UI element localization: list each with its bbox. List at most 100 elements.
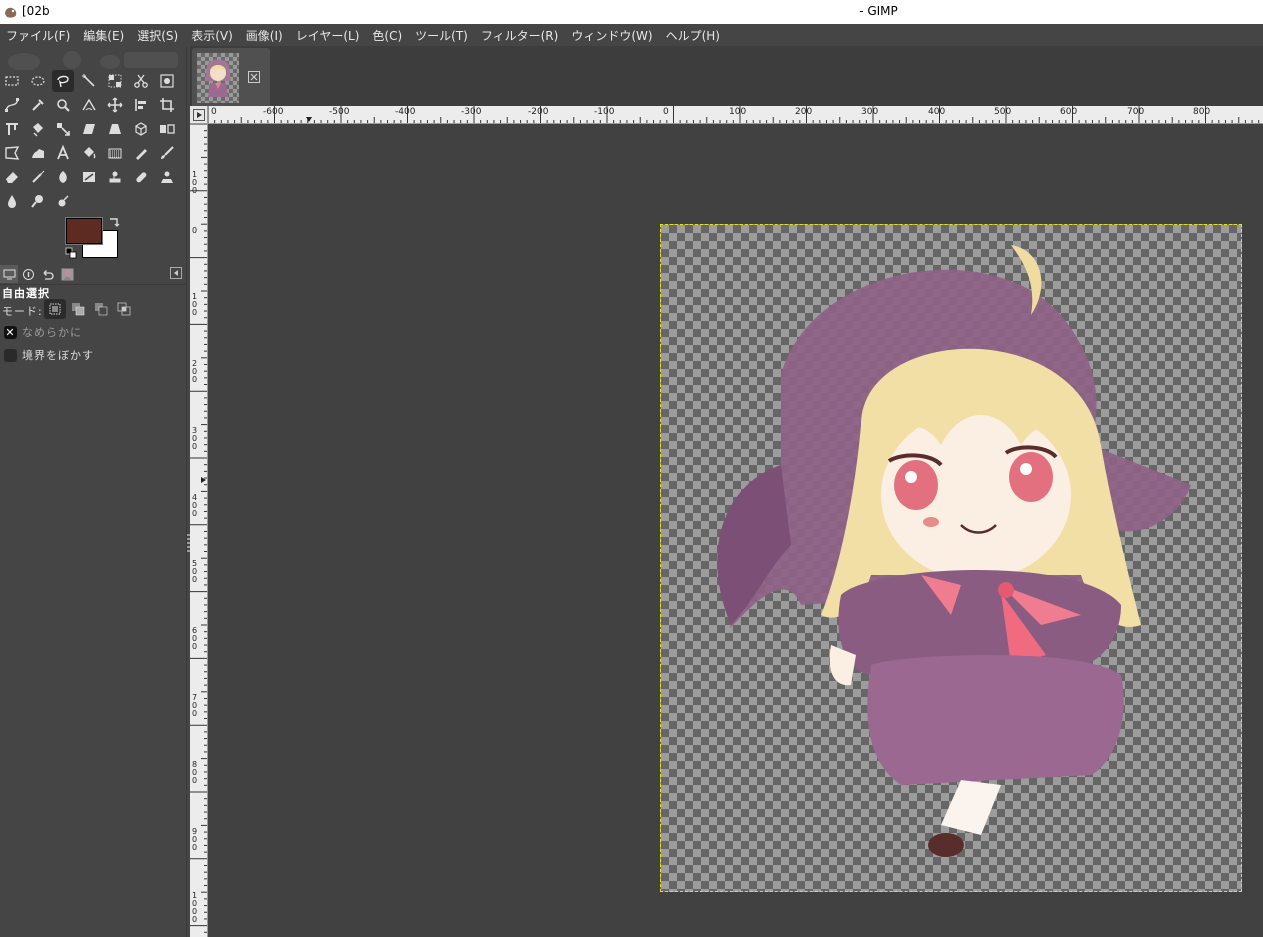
scale-tool[interactable] [52,118,74,140]
feather-option[interactable]: 境界をぼかす [4,347,94,363]
tab-device-status[interactable] [19,265,37,283]
warp-transform-tool[interactable] [27,142,49,164]
text-tool[interactable] [52,142,74,164]
undo-history-icon [43,269,54,280]
flip-icon [160,124,175,134]
rotate-tool[interactable] [27,118,49,140]
rect-select-tool[interactable] [1,70,23,92]
foreground-color-swatch[interactable] [66,218,102,244]
wilber-drop-zone-icon [8,51,178,70]
reset-colors-icon[interactable] [65,247,77,259]
lasso-icon [57,75,69,88]
menu-windows[interactable]: ウィンドウ(W) [571,27,652,44]
pencil-tool[interactable] [130,142,152,164]
paths-tool[interactable] [1,94,23,116]
free-select-tool[interactable] [52,70,74,92]
menu-tools[interactable]: ツール(T) [415,27,468,44]
vruler-label: 8 0 0 [191,760,198,785]
mypaint-brush-tool[interactable] [78,166,100,188]
shear-tool[interactable] [78,118,100,140]
mode-add-icon [72,303,85,316]
move-tool[interactable] [104,94,126,116]
clone-tool[interactable] [104,166,126,188]
image-tab-bar [190,46,1263,106]
horizontal-ruler[interactable]: 0 -600 -500 -400 -300 -200 -100 0 100 20… [208,106,1263,124]
eraser-tool[interactable] [1,166,23,188]
menu-image[interactable]: 画像(I) [246,27,283,44]
unified-transform-tool[interactable] [1,118,23,140]
triangle-right-icon [193,109,205,121]
vruler-label: 1 0 0 0 [191,891,198,924]
align-tool[interactable] [130,94,152,116]
mode-replace-button[interactable] [44,299,66,319]
hruler-label: -200 [528,107,549,117]
menu-colors[interactable]: 色(C) [372,27,402,44]
color-picker-tool[interactable] [27,94,49,116]
tab-images[interactable] [58,265,76,283]
menu-help[interactable]: ヘルプ(H) [666,27,720,44]
airbrush-icon [32,170,45,183]
antialias-checkbox[interactable]: ✕ [4,325,17,339]
eyedropper-icon [32,99,44,111]
image-tab[interactable] [192,48,270,106]
fuzzy-select-tool[interactable] [78,70,100,92]
measure-tool[interactable] [78,94,100,116]
perspective-tool[interactable] [104,118,126,140]
dodge-burn-tool[interactable] [52,190,74,212]
mode-add-button[interactable] [67,299,89,319]
tab-tool-options[interactable] [0,265,18,283]
dock-menu-icon[interactable] [170,267,182,279]
eraser-icon [6,172,18,183]
crop-tool[interactable] [156,94,178,116]
menu-file[interactable]: ファイル(F) [6,27,70,44]
mode-intersect-button[interactable] [113,299,135,319]
perspective-clone-tool[interactable] [156,166,178,188]
feather-checkbox[interactable] [4,348,17,362]
zoom-tool[interactable] [52,94,74,116]
menu-edit[interactable]: 編集(E) [83,27,124,44]
cage-transform-tool[interactable] [1,142,23,164]
tab-undo-history[interactable] [38,265,56,283]
vruler-ticks [190,124,207,933]
bucket-fill-tool[interactable] [78,142,100,164]
3d-transform-tool[interactable] [130,118,152,140]
gradient-tool[interactable] [104,142,126,164]
navigation-menu-button[interactable] [190,106,208,124]
ink-tool[interactable] [52,166,74,188]
smudge-tool[interactable] [27,190,49,212]
scissors-select-tool[interactable] [130,70,152,92]
canvas-area[interactable]: 0 -600 -500 -400 -300 -200 -100 0 100 20… [190,106,1263,937]
image-canvas[interactable] [660,224,1242,892]
gradient-icon [108,148,122,159]
clone-stamp-icon [109,171,121,183]
vruler-label: 1 0 0 [191,170,198,195]
title-bar: [02b - GIMP [0,0,1263,24]
menu-view[interactable]: 表示(V) [191,27,233,44]
hruler-label: 100 [729,107,747,117]
foreground-select-tool[interactable] [156,70,178,92]
select-by-color-tool[interactable] [104,70,126,92]
vruler-label: 0 [191,226,198,235]
mode-subtract-button[interactable] [90,299,112,319]
tool-options-panel: 自由選択 モード: ✕ なめらかに 境界をぼかす [0,284,186,937]
ellipse-select-tool[interactable] [27,70,49,92]
antialias-option[interactable]: ✕ なめらかに [4,324,82,340]
heal-tool[interactable] [130,166,152,188]
dock-tab-bar [0,265,186,283]
airbrush-tool[interactable] [27,166,49,188]
text-icon [57,145,69,160]
blur-sharpen-tool[interactable] [1,190,23,212]
vruler-label: 2 0 0 [191,359,198,384]
cage-icon [5,146,20,160]
menu-select[interactable]: 選択(S) [137,27,178,44]
menu-filters[interactable]: フィルター(R) [481,27,558,44]
app-title: - GIMP [859,4,898,18]
swap-colors-icon[interactable] [108,216,120,228]
vertical-ruler[interactable]: 1 0 0 0 1 0 0 2 0 0 3 0 0 4 0 0 5 0 0 6 … [190,124,208,937]
hruler-label: 700 [1127,107,1145,117]
menu-layer[interactable]: レイヤー(L) [296,27,360,44]
flip-tool[interactable] [156,118,178,140]
paintbrush-tool[interactable] [156,142,178,164]
close-tab-icon[interactable] [248,71,260,83]
mode-label: モード: [2,305,43,318]
